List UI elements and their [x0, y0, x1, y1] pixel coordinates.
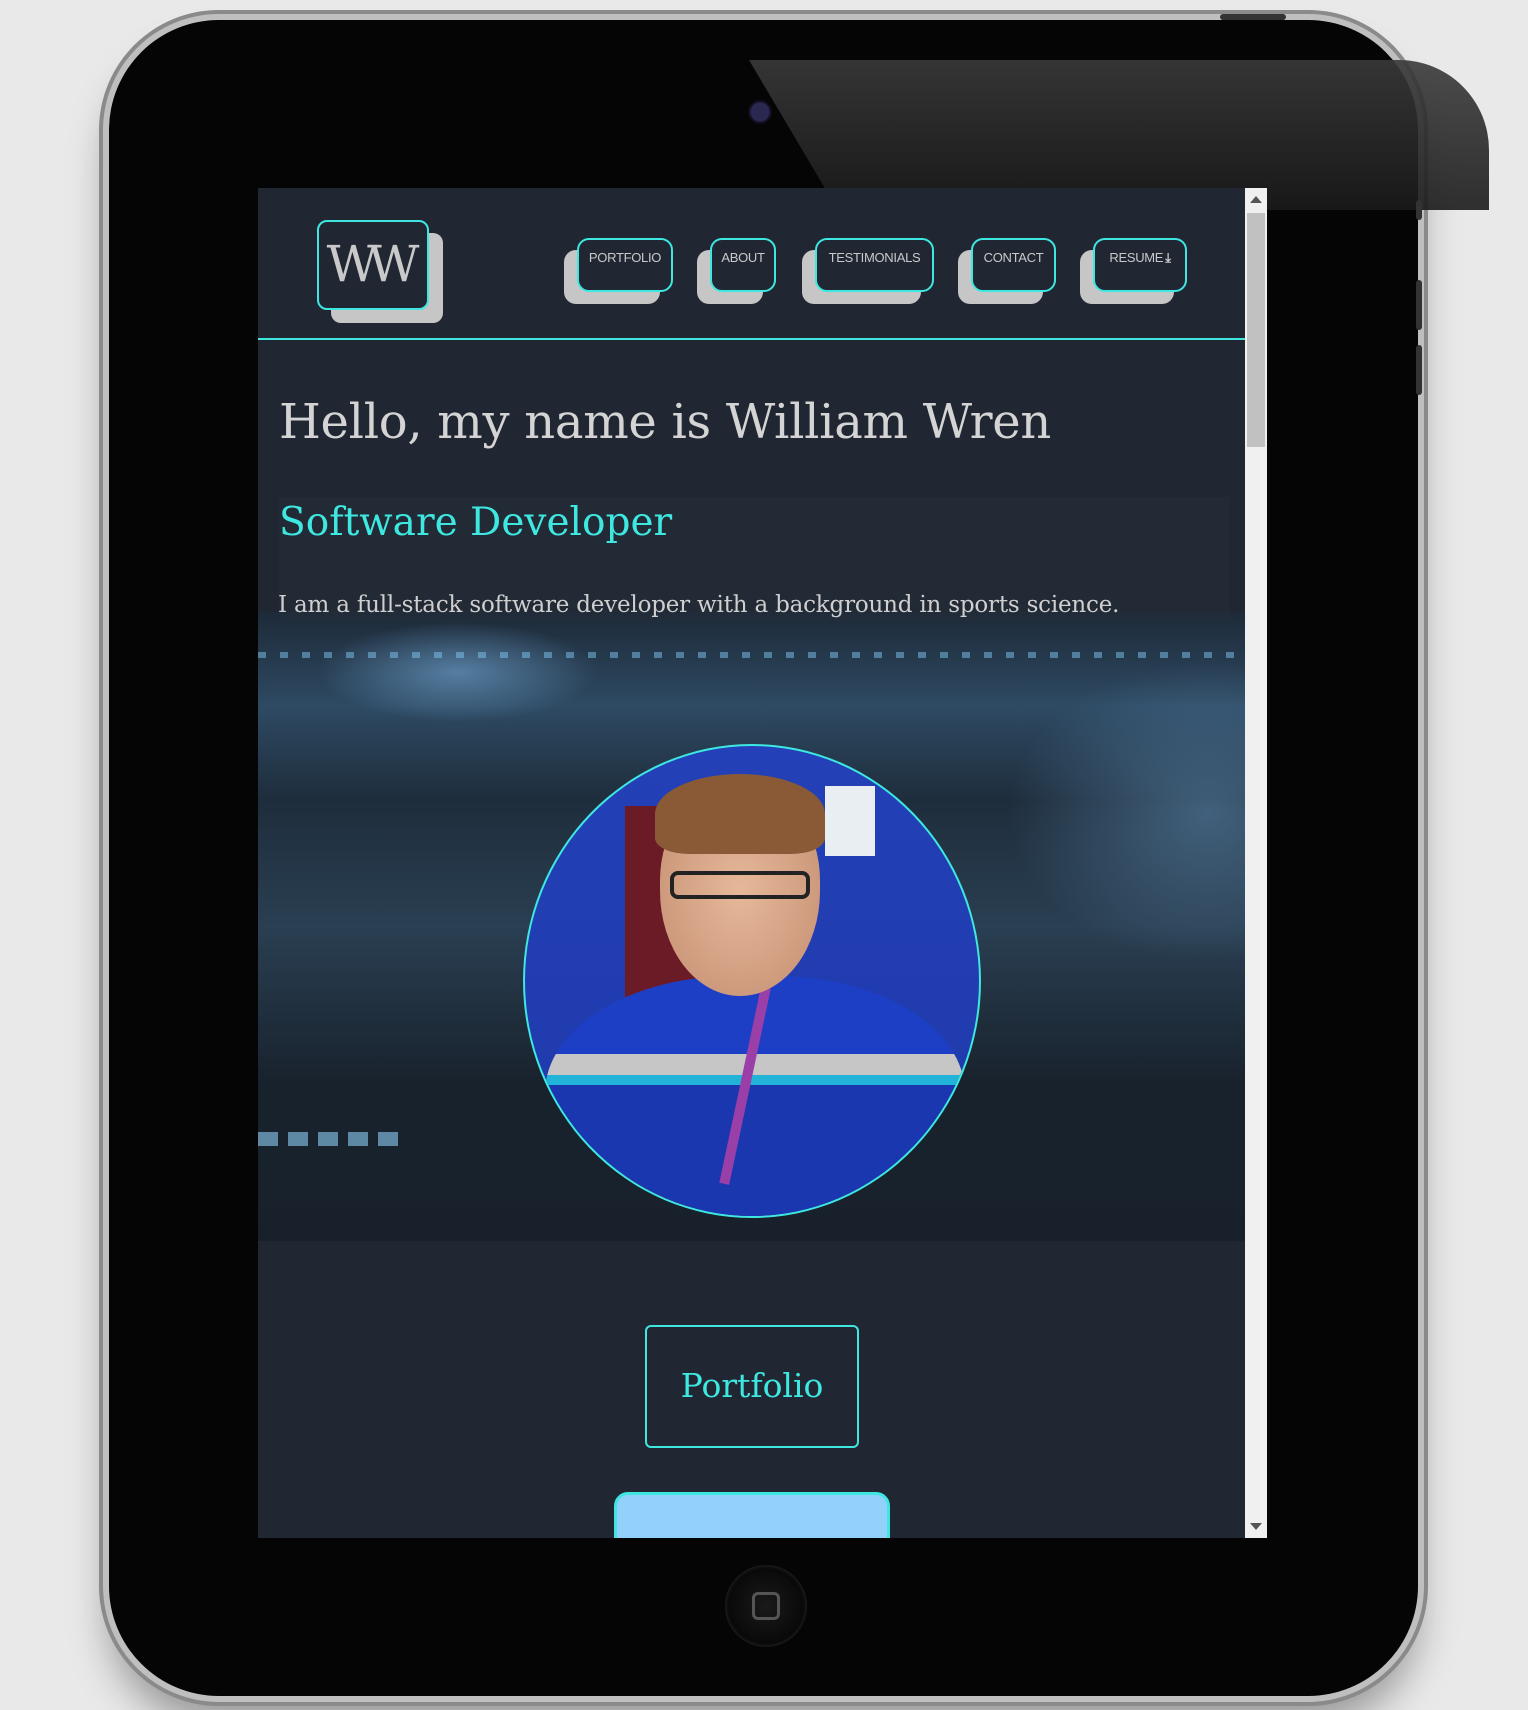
nav-label: PORTFOLIO: [588, 250, 662, 265]
site-header: WW PORTFOLIO ABOUT TESTIMONIALS CONTACT …: [258, 188, 1245, 340]
website-viewport: WW PORTFOLIO ABOUT TESTIMONIALS CONTACT …: [258, 188, 1267, 1538]
side-button: [1416, 200, 1422, 220]
logo[interactable]: WW: [317, 220, 429, 310]
power-button: [1220, 14, 1286, 20]
job-title: Software Developer: [279, 500, 673, 545]
nav-label: ABOUT: [721, 250, 765, 265]
nav-portfolio[interactable]: PORTFOLIO: [577, 238, 673, 292]
scrollbar-thumb[interactable]: [1247, 213, 1265, 447]
scrollbar[interactable]: [1245, 188, 1267, 1538]
home-button[interactable]: [725, 1565, 807, 1647]
nav-resume[interactable]: RESUME ⤓: [1093, 238, 1187, 292]
camera-icon: [751, 103, 769, 121]
scroll-down-icon[interactable]: [1250, 1523, 1262, 1530]
nav-about[interactable]: ABOUT: [710, 238, 776, 292]
nav-contact[interactable]: CONTACT: [971, 238, 1056, 292]
volume-down-button: [1416, 345, 1422, 395]
nav-label: RESUME: [1109, 250, 1164, 265]
download-icon: ⤓: [1165, 250, 1171, 265]
hero-section: Hello, my name is William Wren Software …: [258, 342, 1245, 1538]
portfolio-button[interactable]: Portfolio: [645, 1325, 859, 1448]
nav-label: TESTIMONIALS: [828, 250, 921, 265]
nav-label: CONTACT: [983, 250, 1044, 265]
next-button[interactable]: [614, 1492, 890, 1538]
nav-testimonials[interactable]: TESTIMONIALS: [815, 238, 934, 292]
scroll-up-icon[interactable]: [1250, 196, 1262, 203]
home-icon: [752, 1592, 780, 1620]
intro-text: I am a full-stack software developer wit…: [278, 592, 1120, 618]
page-title: Hello, my name is William Wren: [279, 394, 1051, 450]
profile-photo: [523, 744, 981, 1218]
volume-up-button: [1416, 280, 1422, 330]
